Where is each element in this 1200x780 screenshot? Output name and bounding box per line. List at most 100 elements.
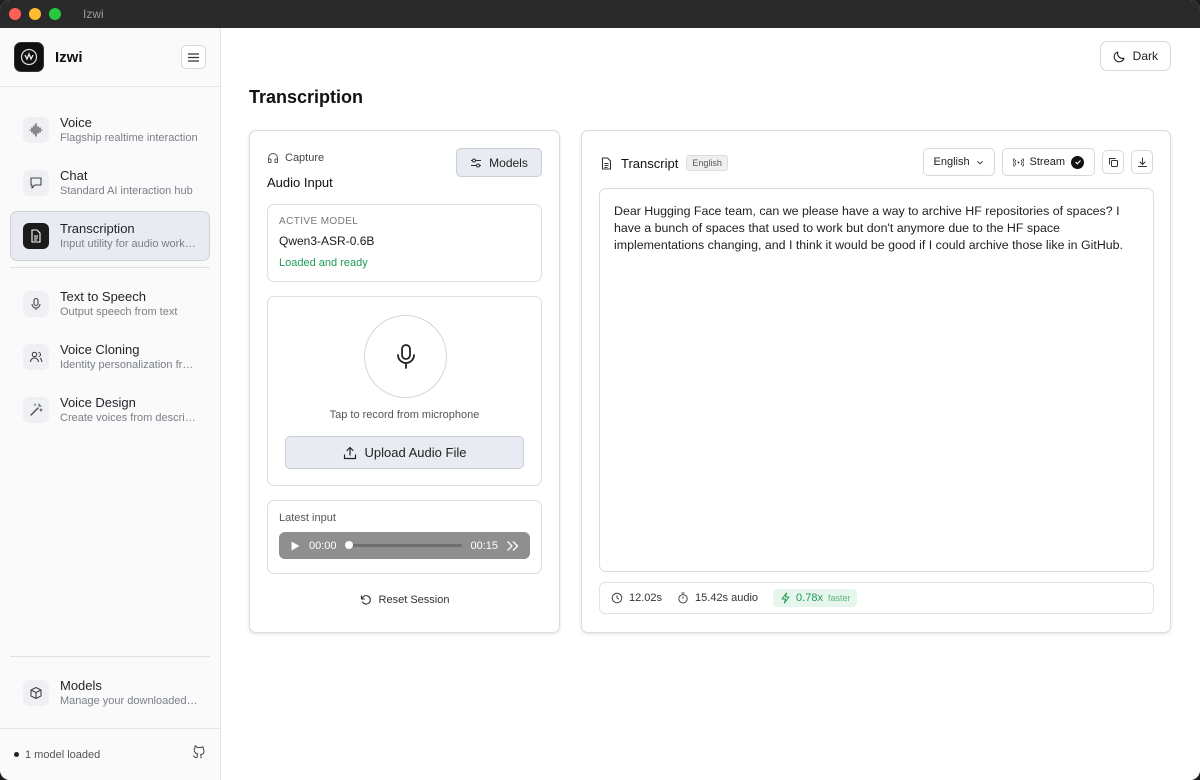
sidebar-item-voice[interactable]: Voice Flagship realtime interaction	[10, 105, 210, 155]
processing-time-stat: 12.02s	[611, 592, 662, 604]
app-window: Izwi Izwi Voice Flagship realtime intera…	[0, 0, 1200, 780]
audio-length-stat: 15.42s audio	[677, 592, 758, 604]
record-button[interactable]	[364, 315, 447, 398]
sidebar-footer: 1 model loaded	[0, 728, 220, 780]
audio-seek-handle[interactable]	[344, 541, 353, 549]
language-select-value: English	[933, 156, 970, 168]
magic-wand-icon	[23, 397, 49, 423]
brand-name: Izwi	[55, 48, 83, 66]
sidebar-item-transcription[interactable]: Transcription Input utility for audio wo…	[10, 211, 210, 261]
headphones-icon	[268, 153, 278, 163]
box-icon	[23, 680, 49, 706]
sidebar-toggle-button[interactable]	[181, 45, 206, 69]
latest-input-card: Latest input 00:00 00:15	[267, 500, 542, 574]
play-icon[interactable]	[289, 540, 301, 552]
language-select[interactable]: English	[922, 148, 995, 176]
moon-icon	[1113, 50, 1125, 62]
sidebar: Izwi Voice Flagship realtime interaction	[0, 28, 221, 780]
sliders-icon	[471, 158, 482, 167]
sidebar-item-voice-design[interactable]: Voice Design Create voices from descript…	[10, 385, 210, 435]
check-icon	[1071, 155, 1084, 169]
audio-length: 15.42s audio	[695, 592, 759, 604]
microphone-icon	[23, 291, 49, 317]
sidebar-item-chat[interactable]: Chat Standard AI interaction hub	[10, 158, 210, 208]
models-button[interactable]: Models	[456, 148, 542, 177]
capture-section-label: Capture	[267, 152, 324, 164]
reset-icon	[360, 595, 371, 605]
lightning-icon	[781, 592, 790, 604]
status-dot	[14, 752, 19, 757]
transcript-title: Transcript	[621, 155, 679, 171]
nav-divider	[10, 267, 210, 268]
speed-label: faster	[827, 593, 851, 603]
sidebar-item-label: Voice Cloning	[60, 342, 140, 357]
app-logo	[14, 42, 44, 72]
theme-toggle-button[interactable]: Dark	[1099, 41, 1171, 71]
chevron-down-icon	[976, 160, 983, 165]
active-model-status: Loaded and ready	[279, 257, 368, 269]
upload-icon	[343, 446, 356, 459]
sidebar-item-description: Identity personalization from samples	[60, 359, 197, 371]
transcript-text[interactable]: Dear Hugging Face team, can we please ha…	[599, 188, 1154, 572]
timer-icon	[678, 592, 688, 604]
upload-audio-button[interactable]: Upload Audio File	[285, 436, 524, 469]
sidebar-item-description: Standard AI interaction hub	[60, 185, 193, 197]
transcript-panel: Transcript English English Stream Dear H…	[581, 130, 1171, 633]
sidebar-item-label: Chat	[60, 168, 88, 183]
audio-seek-bar[interactable]	[344, 541, 463, 549]
download-button[interactable]	[1131, 150, 1153, 174]
sidebar-item-label: Models	[60, 678, 102, 693]
copy-button[interactable]	[1102, 150, 1124, 174]
capture-title: Audio Input	[267, 175, 333, 190]
latest-input-label: Latest input	[279, 512, 336, 524]
sidebar-item-description: Manage your downloaded models	[60, 695, 197, 707]
processing-time: 12.02s	[629, 592, 663, 604]
zoom-window-button[interactable]	[49, 8, 61, 20]
transcript-header: Transcript English	[600, 155, 728, 171]
title-bar: Izwi	[0, 0, 1200, 28]
sidebar-item-models[interactable]: Models Manage your downloaded models	[10, 668, 210, 718]
transcript-stats: 12.02s 15.42s audio 0.78x faster	[599, 582, 1154, 614]
active-model-label: ACTIVE MODEL	[279, 216, 359, 227]
window-title: Izwi	[83, 7, 104, 21]
model-status-text: 1 model loaded	[25, 748, 101, 761]
transcript-toolbar: English Stream	[922, 148, 1153, 176]
sidebar-item-description: Output speech from text	[60, 306, 178, 318]
close-window-button[interactable]	[9, 8, 21, 20]
sidebar-item-voice-cloning[interactable]: Voice Cloning Identity personalization f…	[10, 332, 210, 382]
stream-toggle[interactable]: Stream	[1001, 148, 1095, 176]
page-title: Transcription	[249, 87, 364, 107]
clock-icon	[611, 592, 623, 604]
chat-bubble-icon	[23, 170, 49, 196]
github-icon[interactable]	[192, 745, 206, 764]
sidebar-item-description: Create voices from descriptions	[60, 412, 197, 424]
capture-panel: Capture Audio Input Models ACTIVE MODEL …	[249, 130, 560, 633]
models-button-label: Models	[489, 155, 528, 170]
minimize-window-button[interactable]	[29, 8, 41, 20]
sidebar-item-text-to-speech[interactable]: Text to Speech Output speech from text	[10, 279, 210, 329]
document-icon	[23, 223, 49, 249]
capture-label: Capture	[285, 152, 325, 164]
active-model-card: ACTIVE MODEL Qwen3-ASR-0.6B Loaded and r…	[267, 204, 542, 282]
waveform-icon	[23, 117, 49, 143]
sidebar-nav: Voice Flagship realtime interaction Chat…	[0, 87, 220, 435]
microphone-icon	[396, 343, 415, 369]
menu-icon	[188, 52, 199, 62]
stream-label: Stream	[1029, 156, 1065, 168]
audio-player: 00:00 00:15	[279, 532, 530, 559]
reset-session-button[interactable]: Reset Session	[250, 594, 559, 606]
duration: 00:15	[470, 539, 498, 552]
reset-session-label: Reset Session	[378, 594, 450, 606]
upload-audio-label: Upload Audio File	[364, 445, 467, 460]
current-time: 00:00	[309, 539, 337, 552]
main-content: Dark Transcription Capture Audio Input M…	[221, 28, 1200, 780]
speed-badge: 0.78x faster	[773, 589, 858, 607]
copy-icon	[1108, 157, 1118, 167]
playback-speed-icon[interactable]	[506, 540, 520, 552]
language-badge: English	[686, 155, 728, 171]
document-icon	[601, 156, 612, 170]
users-icon	[23, 344, 49, 370]
sidebar-item-label: Text to Speech	[60, 289, 146, 304]
sidebar-item-label: Voice	[60, 115, 92, 130]
sidebar-item-description: Flagship realtime interaction	[60, 132, 197, 144]
